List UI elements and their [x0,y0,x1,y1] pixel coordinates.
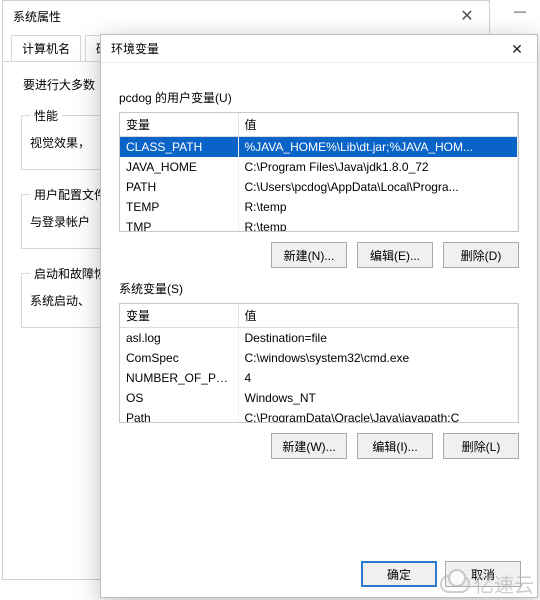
user-new-button[interactable]: 新建(N)... [271,242,347,268]
table-row[interactable]: TMPR:\temp [120,217,518,232]
table-row[interactable]: TEMPR:\temp [120,197,518,217]
var-value-cell: C:\ProgramData\Oracle\Java\javapath;C [238,408,518,423]
var-value-cell: 4 [238,368,518,388]
var-name-cell: ComSpec [120,348,238,368]
table-row[interactable]: JAVA_HOMEC:\Program Files\Java\jdk1.8.0_… [120,157,518,177]
table-row[interactable]: NUMBER_OF_PR...4 [120,368,518,388]
performance-legend: 性能 [30,107,62,124]
sys-edit-button[interactable]: 编辑(I)... [357,433,433,459]
close-icon[interactable]: ✕ [445,6,489,26]
user-vars-table[interactable]: 变量 值 CLASS_PATH%JAVA_HOME%\Lib\dt.jar;%J… [119,112,519,232]
table-row[interactable]: PathC:\ProgramData\Oracle\Java\javapath;… [120,408,518,423]
user-vars-buttons: 新建(N)... 编辑(E)... 删除(D) [119,242,519,268]
sys-vars-table[interactable]: 变量 值 asl.logDestination=fileComSpecC:\wi… [119,303,519,423]
table-row[interactable]: ComSpecC:\windows\system32\cmd.exe [120,348,518,368]
table-row[interactable]: PATHC:\Users\pcdog\AppData\Local\Progra.… [120,177,518,197]
env-content: pcdog 的用户变量(U) 变量 值 CLASS_PATH%JAVA_HOME… [101,63,537,469]
var-value-cell: C:\Users\pcdog\AppData\Local\Progra... [238,177,518,197]
table-row[interactable]: asl.logDestination=file [120,328,518,349]
user-profiles-legend: 用户配置文件 [30,186,110,203]
user-col-value[interactable]: 值 [238,113,518,137]
sys-new-button[interactable]: 新建(W)... [271,433,347,459]
var-value-cell: C:\windows\system32\cmd.exe [238,348,518,368]
sys-vars-label: 系统变量(S) [119,280,519,297]
watermark-text: 亿速云 [474,569,534,598]
sys-delete-button[interactable]: 删除(L) [443,433,519,459]
startup-legend: 启动和故障恢 [30,265,110,282]
watermark: 亿速云 [440,569,534,598]
env-titlebar[interactable]: 环境变量 ✕ [101,35,537,63]
var-name-cell: NUMBER_OF_PR... [120,368,238,388]
env-title: 环境变量 [111,40,159,57]
var-value-cell: R:\temp [238,197,518,217]
var-name-cell: CLASS_PATH [120,137,238,158]
var-value-cell: Windows_NT [238,388,518,408]
var-value-cell: %JAVA_HOME%\Lib\dt.jar;%JAVA_HOM... [238,137,518,158]
var-value-cell: Destination=file [238,328,518,349]
user-delete-button[interactable]: 删除(D) [443,242,519,268]
var-name-cell: JAVA_HOME [120,157,238,177]
var-name-cell: asl.log [120,328,238,349]
minimize-icon[interactable]: — [500,0,540,30]
var-name-cell: TMP [120,217,238,232]
table-row[interactable]: CLASS_PATH%JAVA_HOME%\Lib\dt.jar;%JAVA_H… [120,137,518,158]
var-value-cell: C:\Program Files\Java\jdk1.8.0_72 [238,157,518,177]
var-name-cell: PATH [120,177,238,197]
system-properties-title: 系统属性 [13,8,61,25]
sys-col-name[interactable]: 变量 [120,304,238,328]
tab-computer-name[interactable]: 计算机名 [11,35,81,61]
sys-vars-buttons: 新建(W)... 编辑(I)... 删除(L) [119,433,519,459]
var-name-cell: OS [120,388,238,408]
system-properties-titlebar[interactable]: 系统属性 ✕ [3,1,489,31]
background-window-controls: — [500,0,540,30]
user-edit-button[interactable]: 编辑(E)... [357,242,433,268]
user-col-name[interactable]: 变量 [120,113,238,137]
table-row[interactable]: OSWindows_NT [120,388,518,408]
close-icon[interactable]: ✕ [497,35,537,63]
var-name-cell: Path [120,408,238,423]
cloud-icon [440,575,470,593]
sys-col-value[interactable]: 值 [238,304,518,328]
ok-button[interactable]: 确定 [361,561,437,587]
var-value-cell: R:\temp [238,217,518,232]
var-name-cell: TEMP [120,197,238,217]
user-vars-label: pcdog 的用户变量(U) [119,89,519,106]
environment-variables-dialog: 环境变量 ✕ pcdog 的用户变量(U) 变量 值 CLASS_PATH%JA… [100,34,538,598]
